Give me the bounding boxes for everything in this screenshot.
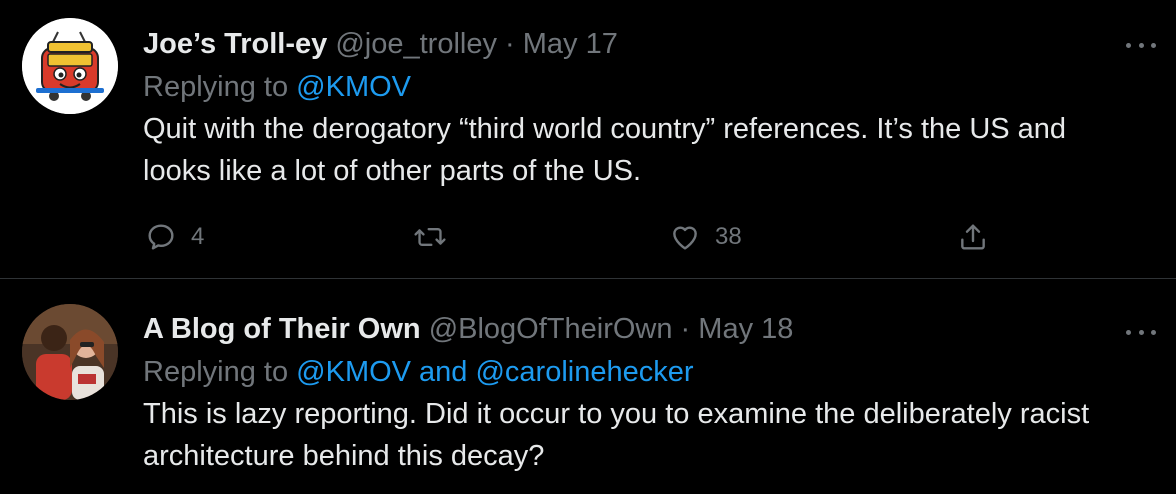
separator-dot: · [680, 313, 691, 345]
retweet-icon [414, 227, 446, 247]
more-options-icon[interactable] [1126, 327, 1156, 337]
tweet-actions: 4 38 [143, 212, 993, 262]
heart-icon [673, 226, 697, 250]
reply-icon [148, 224, 174, 250]
tweet-text: Quit with the derogatory “third world co… [143, 108, 1136, 192]
replying-prefix: Replying to [143, 356, 289, 388]
trolley-cartoon-icon [22, 18, 118, 114]
tweet-text: This is lazy reporting. Did it occur to … [143, 393, 1136, 477]
replying-mention[interactable]: @KMOV and @carolinehecker [296, 356, 693, 388]
replying-mention[interactable]: @KMOV [296, 71, 411, 103]
author-name[interactable]: A Blog of Their Own [143, 313, 421, 345]
tweet-text-line: Quit with the derogatory “third world co… [143, 113, 1067, 145]
tweet-text-line: looks like a lot of other parts of the U… [143, 155, 642, 187]
tweet-date[interactable]: May 18 [698, 313, 793, 345]
tweet-header: Joe’s Troll-ey @joe_trolley · May 17 [143, 22, 1136, 66]
share-icon [961, 224, 985, 250]
reply-count: 4 [191, 223, 205, 250]
share-button[interactable] [957, 212, 989, 262]
author-handle[interactable]: @BlogOfTheirOwn [429, 313, 673, 345]
photo-avatar [22, 304, 118, 400]
replying-to-line: Replying to @KMOV and @carolinehecker [143, 351, 1136, 393]
retweet-button[interactable] [413, 212, 447, 262]
separator-dot: · [505, 28, 515, 60]
avatar[interactable] [22, 304, 118, 400]
tweet-1[interactable]: Joe’s Troll-ey @joe_trolley · May 17 Rep… [0, 0, 1176, 279]
like-button[interactable]: 38 [669, 212, 742, 262]
replying-prefix: Replying to [143, 71, 289, 103]
tweet-header: A Blog of Their Own @BlogOfTheirOwn · Ma… [143, 307, 1136, 351]
more-options-icon[interactable] [1126, 40, 1156, 50]
tweet-text-line: This is lazy reporting. Did it occur to … [143, 398, 1090, 430]
replying-to-line: Replying to @KMOV [143, 66, 1136, 108]
avatar[interactable] [22, 18, 118, 114]
tweet-content: Joe’s Troll-ey @joe_trolley · May 17 Rep… [143, 22, 1136, 192]
author-name[interactable]: Joe’s Troll-ey [143, 28, 327, 60]
tweet-content: A Blog of Their Own @BlogOfTheirOwn · Ma… [143, 307, 1136, 477]
reply-button[interactable]: 4 [145, 212, 204, 262]
tweet-text-line: architecture behind this decay? [143, 440, 545, 472]
tweet-date[interactable]: May 17 [523, 28, 618, 60]
tweet-2[interactable]: A Blog of Their Own @BlogOfTheirOwn · Ma… [0, 279, 1176, 494]
like-count: 38 [715, 223, 742, 250]
author-handle[interactable]: @joe_trolley [335, 28, 497, 60]
